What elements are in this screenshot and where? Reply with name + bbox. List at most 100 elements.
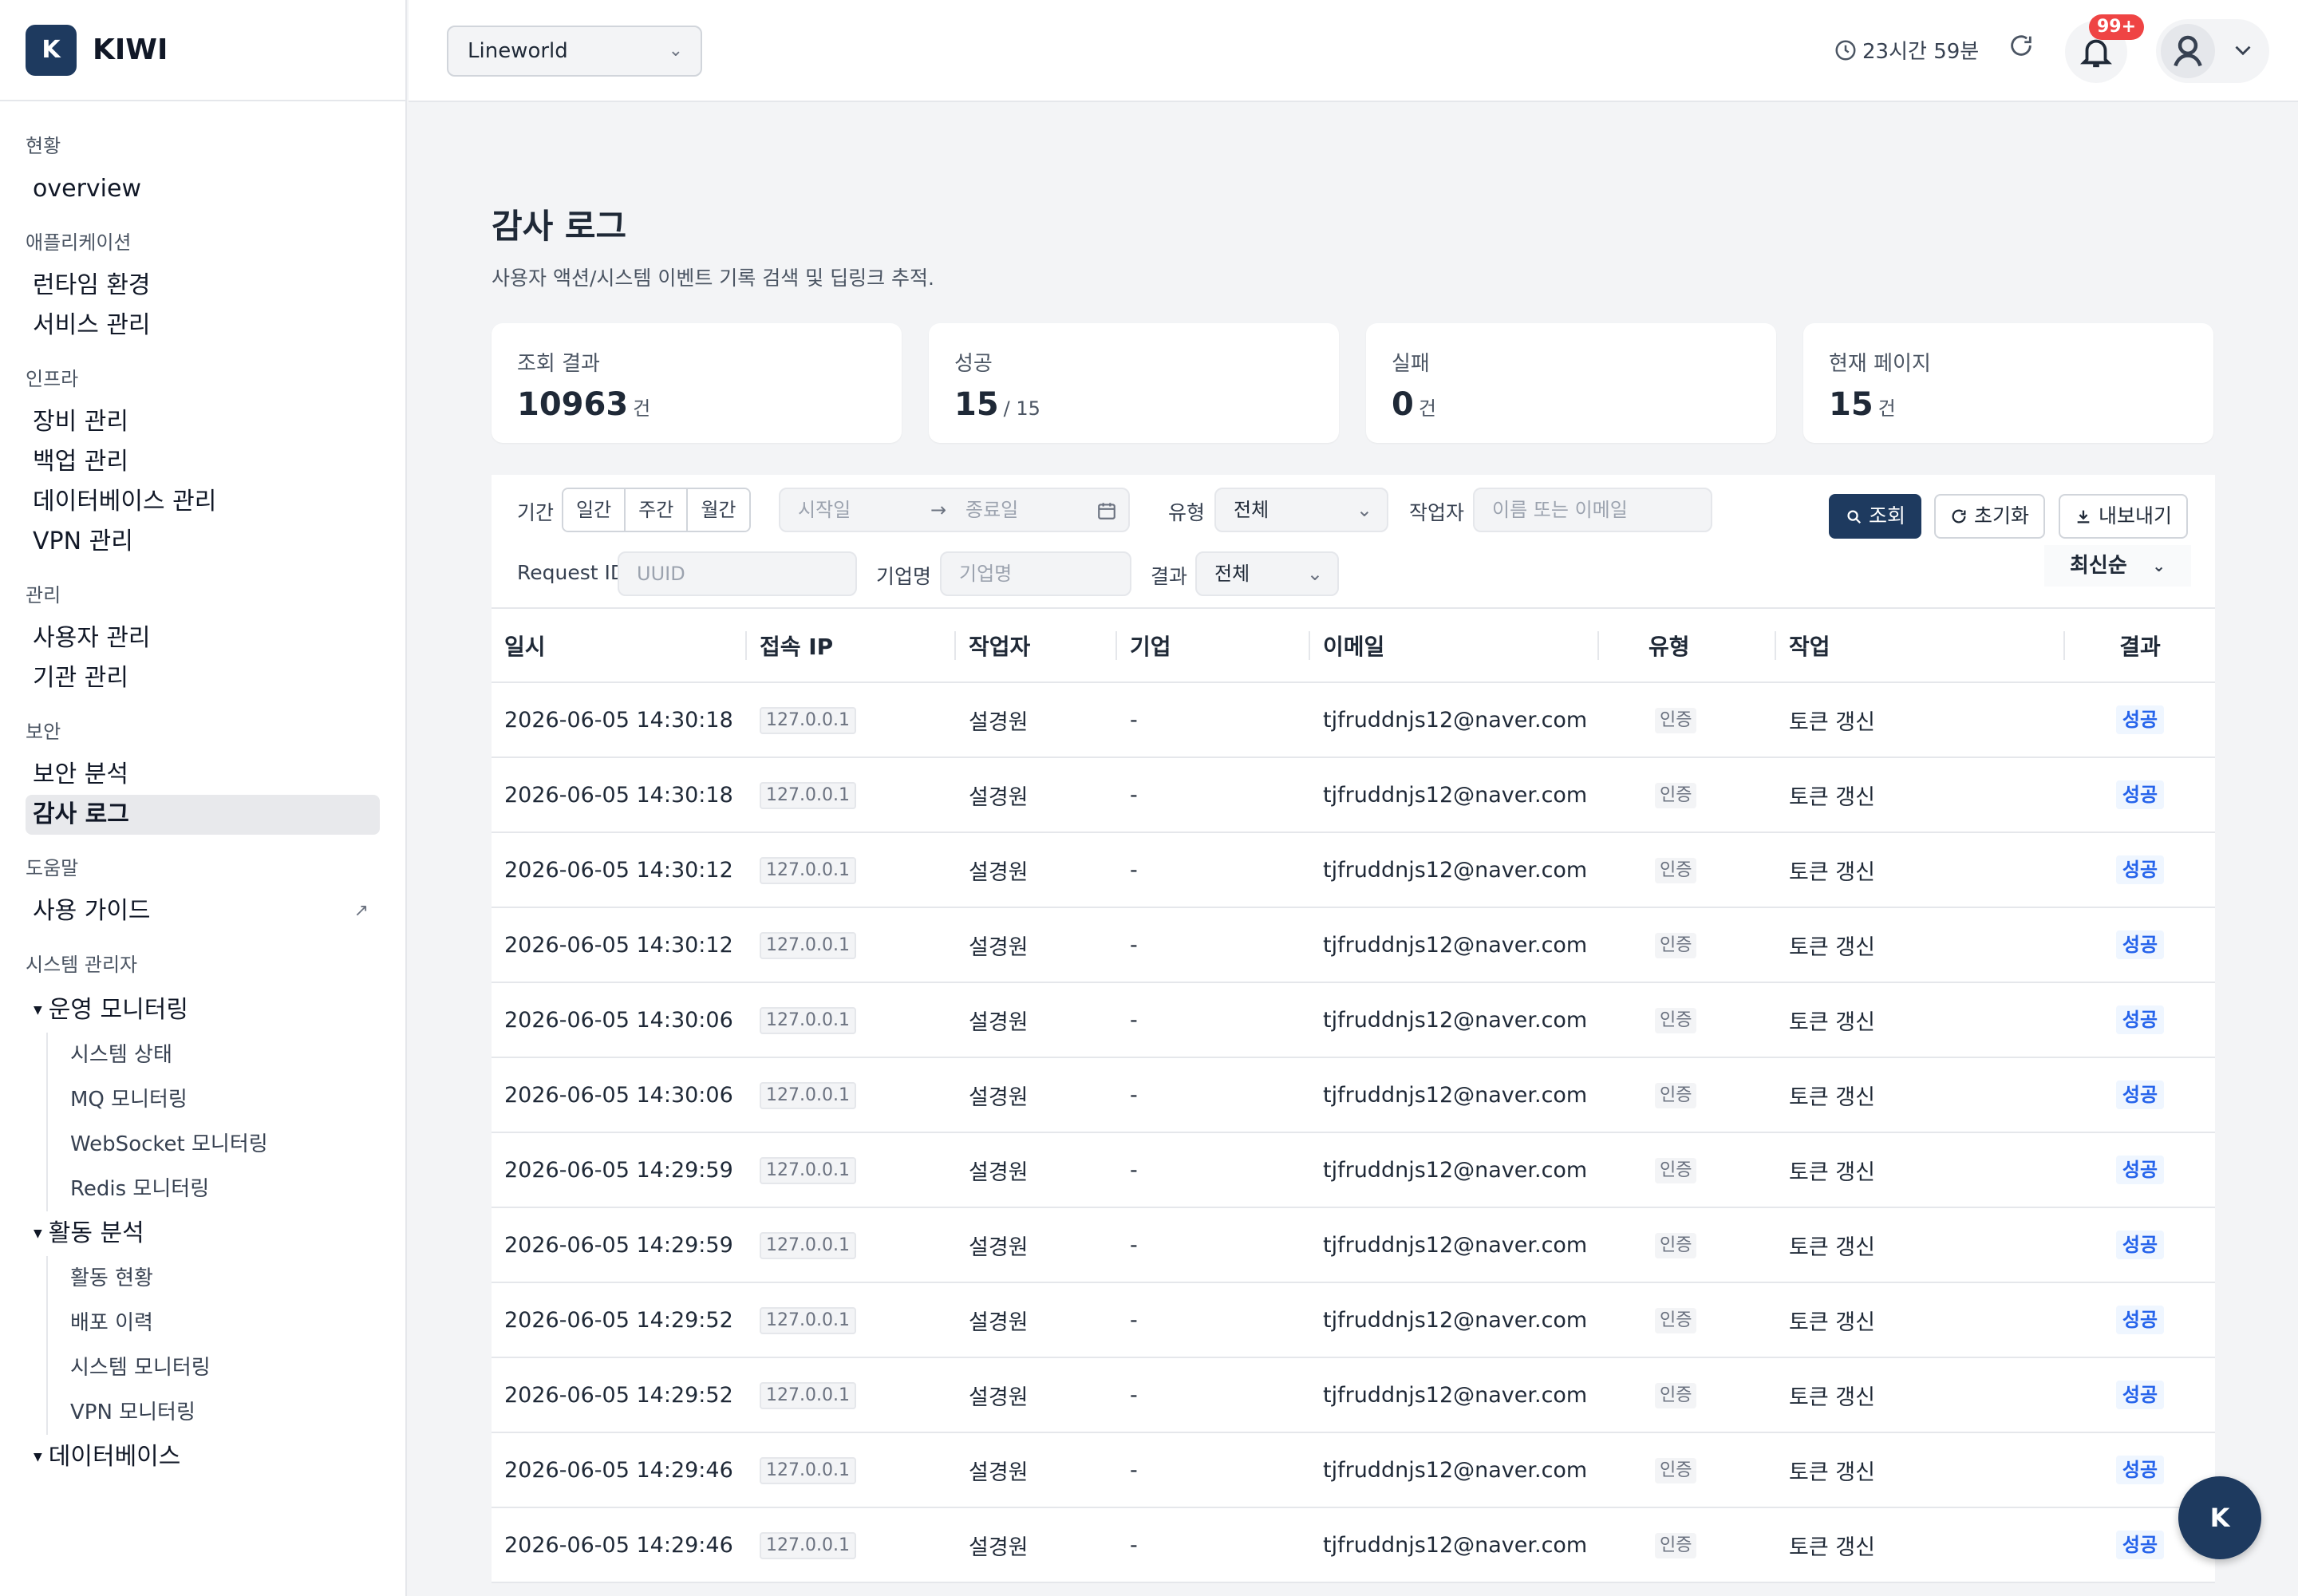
table-row[interactable]: 2026-06-05 14:29:52 127.0.0.1 설경원 - tjfruddn… — [492, 1282, 2215, 1358]
result-tag: 성공 — [2115, 1231, 2165, 1259]
period-option-monthly[interactable]: 월간 — [688, 489, 749, 531]
sidebar-item[interactable]: 장비 관리 — [26, 402, 380, 442]
sidebar-sub-item[interactable]: 시스템 상태 — [70, 1033, 380, 1077]
sidebar-item[interactable]: 서비스 관리 — [26, 306, 380, 346]
table-cell: 토큰 갱신 — [1776, 1507, 2065, 1583]
sidebar-item[interactable]: 런타임 환경 — [26, 266, 380, 306]
table-cell: 설경원 — [956, 757, 1117, 833]
nav-group: 보안 보안 분석 감사 로그 — [26, 716, 380, 835]
sidebar-sub-item[interactable]: MQ 모니터링 — [70, 1077, 380, 1122]
nav-group: 현황 overview — [26, 130, 380, 209]
arrow-right-icon: → — [930, 499, 947, 521]
date-range-picker[interactable]: 시작일 → 종료일 — [779, 488, 1130, 532]
sidebar-item[interactable]: 감사 로그 — [26, 795, 380, 835]
sidebar-sub-item[interactable]: WebSocket 모니터링 — [70, 1122, 380, 1167]
sidebar-item[interactable]: 데이터베이스 관리 — [26, 482, 380, 522]
period-option-daily[interactable]: 일간 — [563, 489, 626, 531]
table-row[interactable]: 2026-06-05 14:29:46 127.0.0.1 설경원 - tjfruddn… — [492, 1432, 2215, 1508]
table-row[interactable]: 2026-06-05 14:29:59 127.0.0.1 설경원 - tjfruddn… — [492, 1207, 2215, 1283]
sidebar-sub-item[interactable]: 활동 현황 — [70, 1256, 380, 1301]
stat-label: 실패 — [1392, 352, 1430, 376]
sidebar-item[interactable]: 사용 가이드 ↗ — [26, 891, 380, 931]
column-header[interactable]: 이메일 — [1310, 609, 1599, 683]
table-row[interactable]: 2026-06-05 14:30:18 127.0.0.1 설경원 - tjfruddn… — [492, 757, 2215, 833]
column-header[interactable]: 기업 — [1117, 609, 1310, 683]
table-cell: tjfruddnjs12@naver.com — [1310, 1282, 1599, 1358]
sidebar-parent-item[interactable]: ▼ 활동 분석 — [26, 1211, 380, 1256]
ip-tag: 127.0.0.1 — [760, 1306, 856, 1334]
refresh-icon[interactable] — [2008, 32, 2035, 66]
chevron-down-icon: ⌄ — [2152, 556, 2166, 575]
table-row[interactable]: 2026-06-05 14:29:52 127.0.0.1 설경원 - tjfruddn… — [492, 1357, 2215, 1433]
stat-value-row: 10963 건 — [517, 386, 876, 423]
export-button[interactable]: 내보내기 — [2059, 494, 2188, 539]
column-header[interactable]: 작업자 — [956, 609, 1117, 683]
cell-result: 성공 — [2065, 682, 2215, 758]
sidebar-item[interactable]: 보안 분석 — [26, 755, 380, 795]
stat-label: 성공 — [954, 352, 993, 376]
column-header[interactable]: 유형 — [1599, 609, 1776, 683]
cell-result: 성공 — [2065, 1207, 2215, 1283]
column-header[interactable]: 접속 IP — [747, 609, 956, 683]
sidebar-sub-item[interactable]: 배포 이력 — [70, 1301, 380, 1345]
nav-section-title: 애플리케이션 — [26, 231, 132, 254]
type-select[interactable]: 전체 ⌄ — [1214, 488, 1388, 532]
column-header[interactable]: 결과 — [2065, 609, 2215, 683]
table-row[interactable]: 2026-06-05 14:30:06 127.0.0.1 설경원 - tjfruddn… — [492, 982, 2215, 1058]
sidebar-item[interactable]: 기관 관리 — [26, 658, 380, 698]
user-menu-button[interactable] — [2156, 19, 2269, 83]
result-select[interactable]: 전체 ⌄ — [1195, 551, 1339, 596]
search-button[interactable]: 조회 — [1829, 494, 1921, 539]
nav-group: 관리 사용자 관리 기관 관리 — [26, 579, 380, 698]
sidebar-item-label: 백업 관리 — [33, 448, 128, 476]
column-header[interactable]: 작업 — [1776, 609, 2065, 683]
ip-tag: 127.0.0.1 — [760, 1156, 856, 1184]
sort-select[interactable]: 최신순 ⌄ — [2044, 545, 2191, 587]
filter-bar: 기간 일간 주간 월간 시작일 → 종료일 유형 전체 ⌄ 작업자 이름 또는 … — [492, 475, 2215, 609]
table-cell: 2026-06-05 14:30:12 — [492, 907, 747, 983]
table-row[interactable]: 2026-06-05 14:29:59 127.0.0.1 설경원 - tjfruddn… — [492, 1132, 2215, 1208]
sidebar-submenu: 활동 현황 배포 이력 시스템 모니터링 VPN 모니터링 — [46, 1256, 380, 1435]
assistant-fab[interactable]: K — [2178, 1476, 2261, 1559]
sidebar-item[interactable]: overview — [26, 169, 380, 209]
sidebar-parent-item[interactable]: ▼ 운영 모니터링 — [26, 988, 380, 1033]
cell-ip: 127.0.0.1 — [747, 1282, 956, 1358]
brand[interactable]: K KIWI — [0, 0, 405, 101]
cell-type: 인증 — [1599, 832, 1776, 908]
table-row[interactable]: 2026-06-05 14:30:12 127.0.0.1 설경원 - tjfruddn… — [492, 832, 2215, 908]
cell-result: 성공 — [2065, 1132, 2215, 1208]
table-cell: 토큰 갱신 — [1776, 1132, 2065, 1208]
table-row[interactable]: 2026-06-05 14:30:18 127.0.0.1 설경원 - tjfruddn… — [492, 682, 2215, 758]
caret-down-icon: ▼ — [34, 1004, 42, 1017]
stat-label: 현재 페이지 — [1829, 352, 1931, 376]
period-option-weekly[interactable]: 주간 — [626, 489, 689, 531]
sidebar-parent-label: 활동 분석 — [48, 1219, 144, 1247]
reset-button[interactable]: 초기화 — [1934, 494, 2045, 539]
cell-result: 성공 — [2065, 1357, 2215, 1433]
table-cell: 토큰 갱신 — [1776, 682, 2065, 758]
sidebar-parent-item[interactable]: ▼ 데이터베이스 — [26, 1435, 380, 1479]
sidebar: K KIWI 현황 overview 애플리케이션 런타임 환경 서비스 관리 인프라 장비… — [0, 0, 407, 1596]
sidebar-sub-item[interactable]: Redis 모니터링 — [70, 1167, 380, 1211]
table-row[interactable]: 2026-06-05 14:29:46 127.0.0.1 설경원 - tjfruddn… — [492, 1507, 2215, 1583]
table-row[interactable]: 2026-06-05 14:30:12 127.0.0.1 설경원 - tjfruddn… — [492, 907, 2215, 983]
sidebar-item-label: 사용 가이드 — [33, 897, 151, 925]
reset-icon — [1952, 509, 1966, 523]
notification-badge: 99+ — [2089, 14, 2145, 40]
org-select[interactable]: Lineworld ⌄ — [447, 26, 702, 77]
company-label: 기업명 — [876, 565, 932, 588]
table-cell: 토큰 갱신 — [1776, 832, 2065, 908]
sidebar-sub-item[interactable]: VPN 모니터링 — [70, 1390, 380, 1435]
column-header[interactable]: 일시 — [492, 609, 747, 683]
sidebar-item[interactable]: VPN 관리 — [26, 522, 380, 562]
company-input[interactable]: 기업명 — [940, 551, 1131, 596]
table-cell: - — [1117, 757, 1310, 833]
actor-input[interactable]: 이름 또는 이메일 — [1473, 488, 1712, 532]
sidebar-item[interactable]: 백업 관리 — [26, 442, 380, 482]
sidebar-item[interactable]: 사용자 관리 — [26, 618, 380, 658]
table-row[interactable]: 2026-06-05 14:30:06 127.0.0.1 설경원 - tjfruddn… — [492, 1057, 2215, 1133]
request-id-input[interactable]: UUID — [618, 551, 857, 596]
avatar — [2161, 24, 2215, 78]
sidebar-sub-item[interactable]: 시스템 모니터링 — [70, 1345, 380, 1390]
table-cell: 2026-06-05 14:29:46 — [492, 1507, 747, 1583]
